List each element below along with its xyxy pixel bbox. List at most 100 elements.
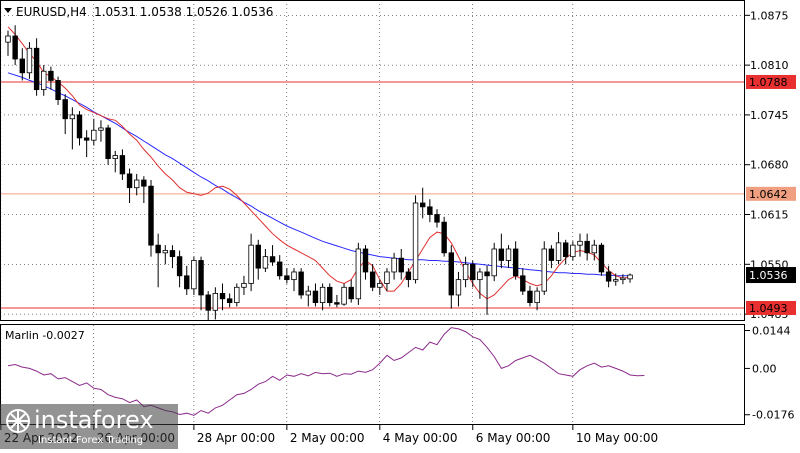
bull-candle-body: [112, 155, 118, 159]
bear-candle-body: [548, 248, 555, 261]
bull-candle-body: [505, 248, 512, 261]
candle: [327, 283, 333, 307]
bull-candle-body: [477, 271, 483, 281]
bull-candle-body: [248, 244, 254, 284]
time-tick-label: 6 May 00:00: [476, 431, 551, 445]
bull-candle-body: [212, 293, 219, 311]
bear-candle-body: [298, 271, 304, 296]
bear-candle-body: [563, 242, 569, 258]
bear-candle-body: [19, 58, 25, 74]
price-tick-label: 1.0810: [750, 59, 789, 72]
ohlc-values: 1.0531 1.0538 1.0526 1.0536: [94, 5, 273, 19]
bear-candle-body: [205, 294, 211, 311]
bear-candle-body: [405, 271, 412, 281]
instaforex-watermark: instaforex Instant Forex Trading: [0, 404, 178, 449]
bear-candle-body: [269, 256, 276, 263]
candle: [105, 124, 111, 165]
bull-candle-body: [262, 256, 269, 269]
chart-window: 1.08751.08101.07451.06801.06151.05501.04…: [0, 0, 800, 449]
bear-candle-body: [369, 271, 376, 288]
bear-candle-body: [441, 221, 447, 254]
bear-candle-body: [470, 263, 476, 281]
candle: [355, 242, 362, 305]
watermark-brand: instaforex: [34, 406, 154, 434]
level-price-label: 1.0788: [749, 76, 788, 89]
bear-candle-body: [48, 70, 54, 81]
bull-candle-body: [98, 127, 104, 131]
bull-candle-body: [305, 290, 311, 296]
bear-candle-body: [12, 35, 18, 60]
bear-candle-body: [598, 244, 605, 273]
bear-candle-body: [276, 261, 283, 277]
bull-candle-body: [355, 248, 362, 300]
bear-candle-body: [584, 240, 590, 254]
bear-candle-body: [226, 298, 233, 304]
bear-candle-body: [434, 214, 440, 223]
bull-candle-body: [377, 283, 383, 288]
bull-candle-body: [319, 286, 326, 304]
bear-candle-body: [427, 206, 433, 215]
bear-candle-body: [448, 252, 454, 296]
indicator-tick-label: -0.0176: [752, 409, 794, 422]
candle: [191, 256, 197, 295]
bull-candle-body: [133, 179, 140, 189]
bear-candle-body: [484, 271, 490, 277]
time-tick-label: 10 May 00:00: [576, 431, 658, 445]
bull-candle-body: [491, 248, 497, 277]
time-tick-label: 4 May 00:00: [383, 431, 458, 445]
bull-candle-body: [541, 248, 547, 292]
bear-candle-body: [605, 271, 612, 282]
bull-candle-body: [555, 242, 562, 261]
price-tick-label: 1.0680: [750, 159, 789, 172]
bear-candle-body: [62, 99, 68, 120]
candle: [298, 268, 304, 299]
instaforex-logo-icon: [6, 409, 30, 433]
bull-candle-body: [5, 35, 11, 43]
current-price-label: 1.0536: [749, 269, 788, 282]
candle: [541, 241, 547, 295]
candle: [491, 242, 497, 282]
indicator-axis: 0.0144 0.00 -0.0176: [745, 325, 794, 422]
bear-candle-body: [327, 286, 333, 304]
indicator-label: Marlin -0.0027: [5, 329, 85, 342]
indicator-tick-label: 0.00: [752, 362, 777, 375]
bear-candle-body: [284, 275, 290, 281]
bear-candle-body: [398, 257, 404, 273]
bear-candle-body: [520, 275, 526, 292]
bear-candle-body: [498, 248, 505, 261]
level-price-label: 1.0642: [749, 188, 788, 201]
bull-candle-body: [620, 277, 626, 281]
bull-candle-body: [534, 290, 540, 304]
bull-candle-body: [234, 286, 240, 304]
time-tick-label: 28 Apr 00:00: [197, 431, 275, 445]
bull-candle-body: [91, 129, 97, 141]
bear-candle-body: [419, 202, 426, 208]
bull-candle-body: [162, 250, 168, 254]
bull-candle-body: [391, 257, 397, 273]
bull-candle-body: [613, 279, 619, 282]
level-price-label: 1.0493: [749, 302, 788, 315]
bull-candle-body: [384, 271, 390, 284]
bull-candle-body: [412, 202, 419, 281]
bear-candle-body: [312, 290, 319, 304]
bear-candle-body: [33, 47, 40, 91]
bear-candle-body: [348, 286, 354, 300]
bear-candle-body: [155, 244, 161, 254]
bull-candle-body: [577, 240, 583, 246]
bear-candle-body: [105, 127, 111, 159]
bear-candle-body: [334, 302, 340, 305]
bear-candle-body: [55, 80, 61, 100]
bull-candle-body: [69, 114, 76, 120]
bull-candle-body: [591, 244, 597, 254]
bear-candle-body: [255, 244, 261, 269]
price-tick-label: 1.0875: [750, 9, 789, 22]
bear-candle-body: [219, 293, 226, 300]
bull-candle-body: [455, 279, 462, 296]
price-chart[interactable]: 1.08751.08101.07451.06801.06151.05501.04…: [0, 0, 800, 449]
bull-candle-body: [26, 47, 33, 74]
candle: [234, 283, 240, 307]
bull-candle-body: [627, 274, 633, 280]
bear-candle-body: [512, 248, 519, 277]
bull-candle-body: [241, 283, 247, 288]
bear-candle-body: [119, 155, 126, 175]
